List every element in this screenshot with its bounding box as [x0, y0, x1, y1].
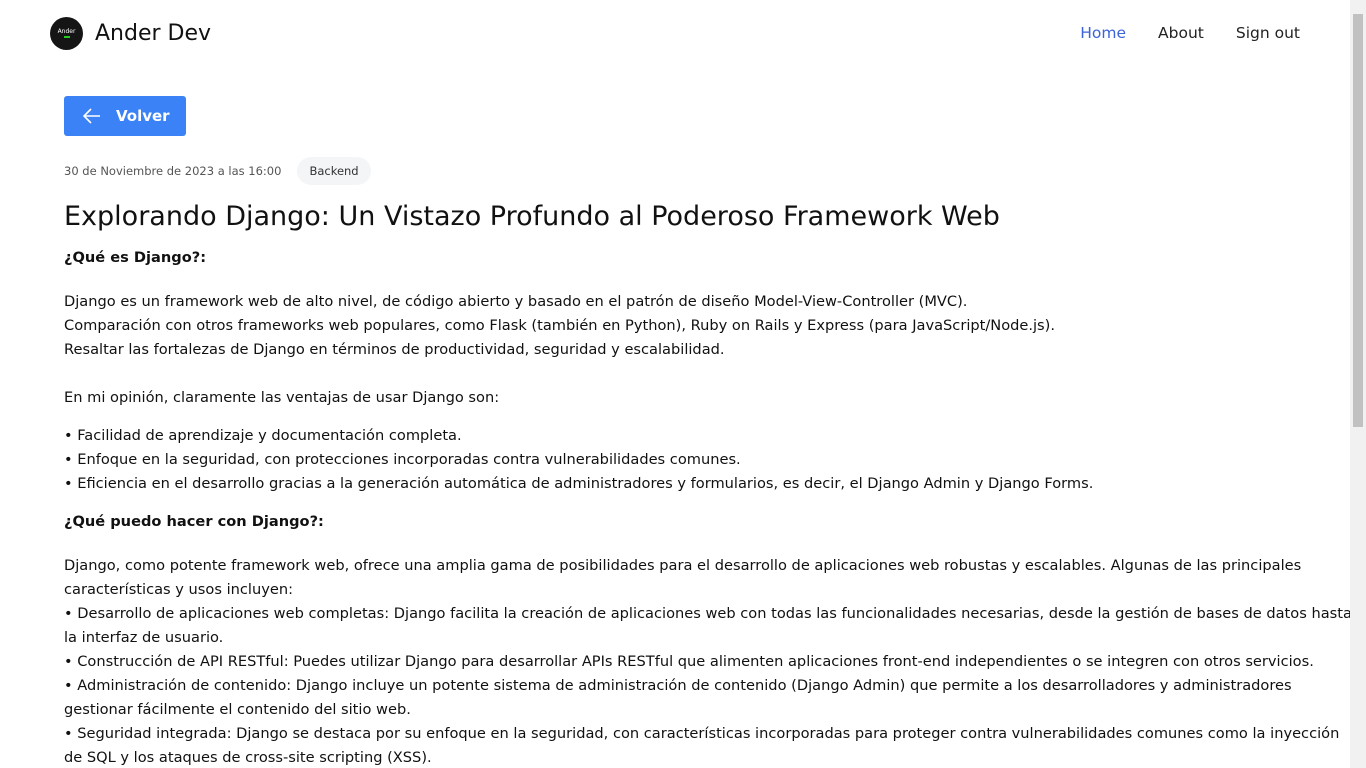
logo[interactable]: Ander — [50, 16, 83, 50]
paragraph-line: En mi opinión, claramente las ventajas d… — [64, 389, 500, 407]
paragraph-line: Comparación con otros frameworks web pop… — [64, 317, 1055, 335]
paragraph-line: Resaltar las fortalezas de Django en tér… — [64, 341, 725, 359]
scrollbar-thumb[interactable] — [1353, 14, 1363, 427]
list-item: • Eficiencia en el desarrollo gracias a … — [64, 475, 1094, 493]
nav-about[interactable]: About — [1158, 24, 1204, 42]
back-button[interactable]: Volver — [64, 96, 186, 136]
paragraph-line: Django es un framework web de alto nivel… — [64, 293, 968, 311]
post-title: Explorando Django: Un Vistazo Profundo a… — [64, 201, 1000, 232]
list-item: • Desarrollo de aplicaciones web complet… — [64, 605, 1350, 647]
list-item: • Facilidad de aprendizaje y documentaci… — [64, 427, 462, 445]
logo-text: Ander — [57, 28, 76, 35]
arrow-left-icon — [82, 108, 100, 124]
list-item: • Administración de contenido: Django in… — [64, 677, 1292, 719]
list-item: • Construcción de API RESTful: Puedes ut… — [64, 653, 1314, 671]
navbar: Ander Ander Dev Home About Sign out — [0, 0, 1350, 66]
list-item: • Enfoque en la seguridad, con proteccio… — [64, 451, 741, 469]
brand-name[interactable]: Ander Dev — [95, 21, 211, 46]
scrollbar[interactable] — [1350, 0, 1366, 768]
category-tag[interactable]: Backend — [297, 157, 371, 185]
nav-home[interactable]: Home — [1080, 24, 1126, 42]
section-heading: ¿Qué es Django?: — [64, 249, 207, 267]
nav-sign-out[interactable]: Sign out — [1236, 24, 1300, 42]
post-body: ¿Qué es Django?: Django es un framework … — [64, 246, 1350, 768]
section-heading: ¿Qué puedo hacer con Django?: — [64, 513, 324, 531]
back-label: Volver — [116, 107, 170, 125]
list-item: • Seguridad integrada: Django se destaca… — [64, 725, 1340, 767]
paragraph: Django, como potente framework web, ofre… — [64, 557, 1302, 599]
post-date: 30 de Noviembre de 2023 a las 16:00 — [64, 164, 282, 178]
